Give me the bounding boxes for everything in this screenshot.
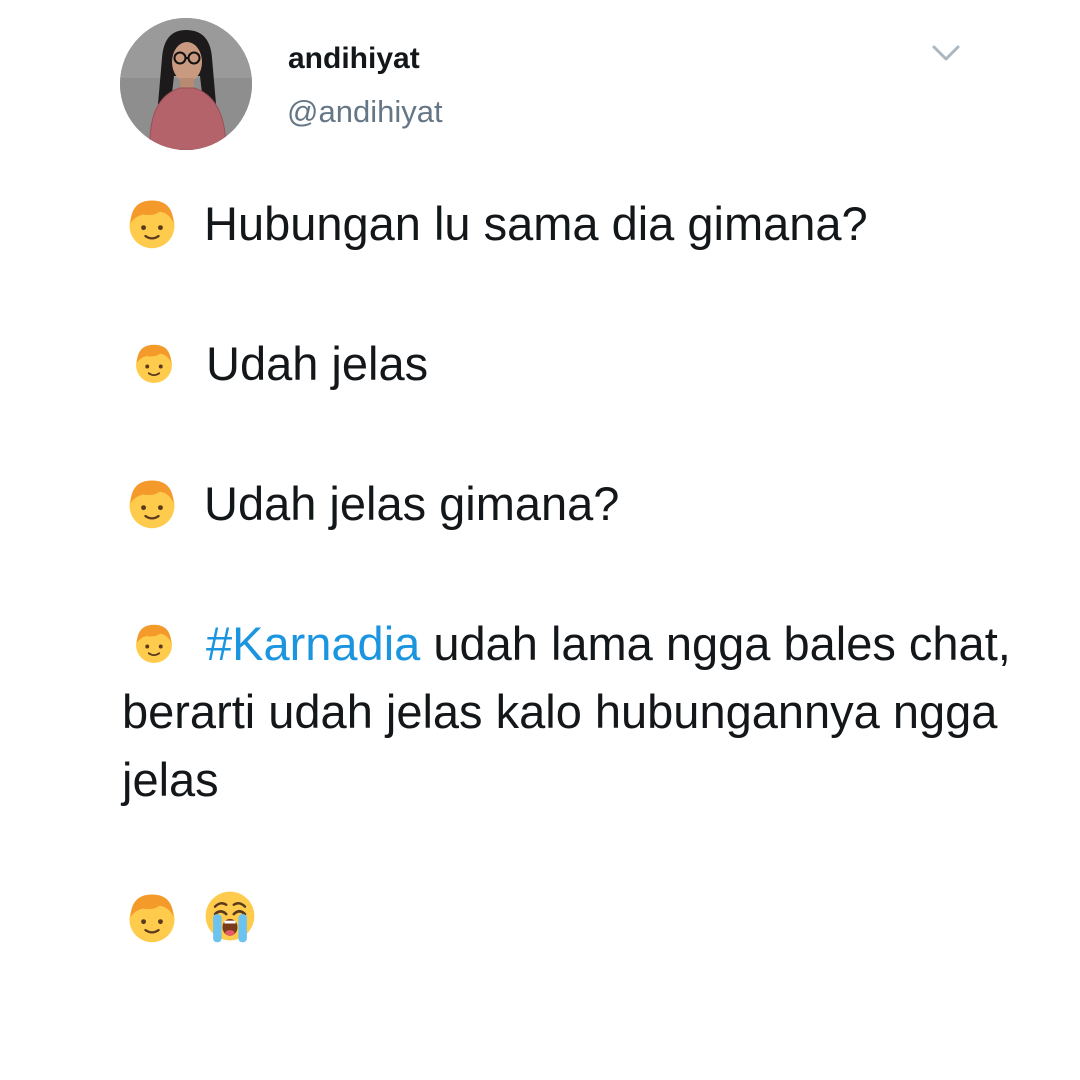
chevron-down-icon[interactable] — [928, 38, 964, 68]
reaction-emojis — [122, 884, 1022, 952]
boy-face-emoji — [130, 338, 178, 386]
dialogue-text: Udah jelas — [206, 337, 429, 390]
avatar[interactable] — [120, 18, 252, 150]
dialogue-line: Udah jelas gimana? — [122, 470, 1022, 538]
tweet-card: andihiyat @andihiyat Hubungan lu sama di… — [0, 0, 1080, 1080]
dialogue-line: #Karnadia udah lama ngga bales chat, ber… — [122, 610, 1022, 814]
tweet-text: Hubungan lu sama dia gimana? Udah jelas — [122, 190, 1022, 952]
boy-face-emoji — [130, 618, 178, 666]
display-name[interactable]: andihiyat — [288, 42, 420, 76]
dialogue-line: Udah jelas — [122, 330, 1022, 398]
boy-face-emoji — [122, 472, 182, 532]
dialogue-line: Hubungan lu sama dia gimana? — [122, 190, 1022, 258]
user-handle[interactable]: @andihiyat — [287, 94, 443, 130]
dialogue-text: Udah jelas gimana? — [204, 477, 620, 530]
boy-face-emoji — [122, 192, 182, 252]
loudly-crying-face-emoji — [200, 886, 260, 946]
hashtag-link[interactable]: #Karnadia — [206, 617, 420, 670]
boy-face-emoji — [122, 886, 182, 946]
dialogue-text: Hubungan lu sama dia gimana? — [204, 197, 868, 250]
